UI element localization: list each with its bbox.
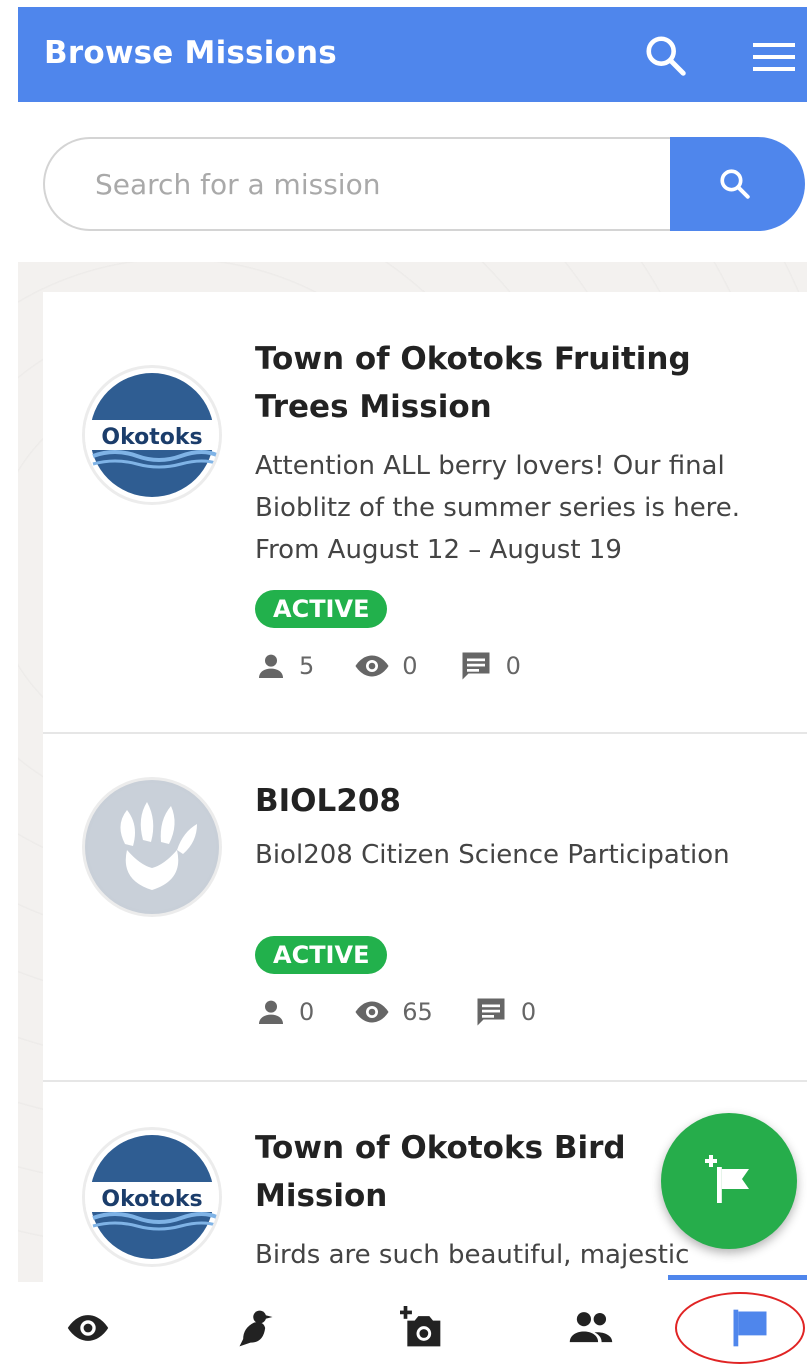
create-mission-button[interactable]	[661, 1113, 797, 1249]
comments-count: 0	[505, 652, 521, 680]
bird-icon	[239, 1310, 273, 1347]
nav-observations[interactable]	[58, 1298, 118, 1358]
okotoks-logo: Okotoks	[85, 368, 219, 502]
comment-icon	[462, 652, 490, 680]
views-stat: 0	[354, 648, 418, 684]
person-icon	[259, 1000, 283, 1024]
comment-icon	[477, 998, 505, 1026]
active-tab-indicator	[668, 1275, 807, 1280]
eye-icon	[355, 1001, 389, 1023]
status-badge: ACTIVE	[255, 590, 388, 628]
logo-wordmark: Okotoks	[101, 1187, 202, 1212]
nav-species[interactable]	[226, 1298, 286, 1358]
search-icon	[646, 36, 686, 76]
mission-description: Attention ALL berry lovers! Our final Bi…	[255, 451, 741, 565]
flag-icon	[733, 1309, 767, 1347]
header-search-button[interactable]	[643, 33, 689, 79]
default-mission-logo	[85, 780, 219, 914]
mission-title: Town of Okotoks Bird Mission	[255, 1130, 626, 1214]
okotoks-logo: Okotoks	[85, 1130, 219, 1264]
participants-stat: 0	[255, 996, 314, 1028]
comments-count: 0	[520, 998, 537, 1026]
mission-search-bar	[43, 137, 805, 233]
add-flag-icon	[705, 1155, 749, 1203]
views-stat: 65	[354, 994, 433, 1030]
mission-title: BIOL208	[255, 783, 401, 819]
comments-stat: 0	[473, 994, 536, 1030]
page-title: Browse Missions	[44, 35, 337, 71]
eye-icon	[67, 1315, 109, 1341]
nav-add-observation[interactable]	[392, 1298, 452, 1358]
logo-wordmark: Okotoks	[101, 425, 202, 450]
mission-description: Biol208 Citizen Science Participation	[255, 840, 730, 870]
person-icon	[259, 654, 283, 678]
mission-card[interactable]: BIOL208 Biol208 Citizen Science Particip…	[43, 734, 807, 1082]
comments-stat: 0	[458, 648, 521, 684]
eye-icon	[355, 655, 389, 677]
hamburger-menu-icon	[753, 43, 795, 71]
people-icon	[569, 1312, 613, 1343]
mission-stats: 0 65 0	[255, 992, 576, 1032]
status-badge: ACTIVE	[255, 936, 388, 974]
search-submit-button[interactable]	[670, 137, 805, 231]
participants-stat: 5	[255, 650, 314, 682]
views-count: 65	[402, 998, 433, 1026]
nav-missions[interactable]	[720, 1298, 780, 1358]
mission-card[interactable]: Okotoks Town of Okotoks Fruiting Trees M…	[43, 292, 807, 734]
mission-title: Town of Okotoks Fruiting Trees Mission	[255, 341, 691, 425]
add-photo-icon	[400, 1306, 441, 1347]
mission-stats: 5 0 0	[255, 646, 561, 686]
search-input[interactable]	[43, 137, 693, 231]
menu-button[interactable]	[753, 41, 795, 73]
app-bar: Browse Missions	[18, 7, 807, 102]
bottom-navigation	[0, 1275, 807, 1368]
nav-people[interactable]	[560, 1298, 620, 1358]
participants-count: 5	[299, 652, 315, 680]
paw-leaf-icon	[88, 783, 216, 911]
participants-count: 0	[299, 998, 315, 1026]
search-icon	[720, 169, 750, 199]
views-count: 0	[402, 652, 418, 680]
